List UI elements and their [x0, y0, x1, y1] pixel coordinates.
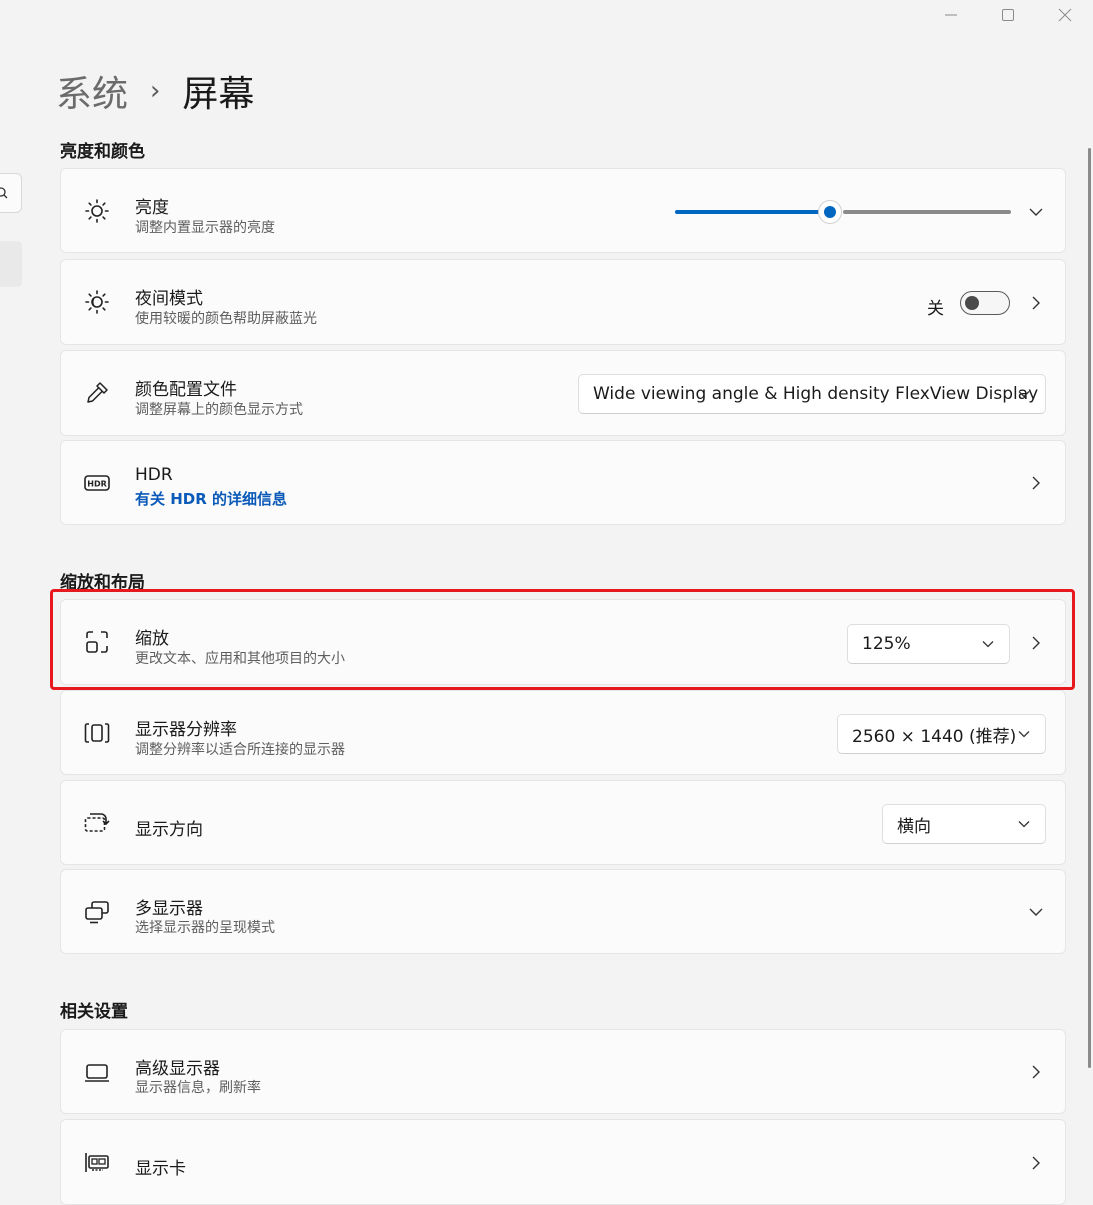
resolution-card: 显示器分辨率 调整分辨率以适合所连接的显示器 2560 × 1440 (推荐)	[60, 690, 1066, 775]
maximize-button[interactable]	[979, 0, 1036, 30]
color-profile-selected: Wide viewing angle & High density FlexVi…	[593, 384, 1039, 404]
section-title-scale-layout: 缩放和布局	[60, 573, 145, 593]
hdr-icon: HDR	[84, 474, 110, 491]
chevron-down-icon[interactable]	[1027, 203, 1045, 221]
color-profile-subtitle: 调整屏幕上的颜色显示方式	[135, 402, 303, 418]
graphics-title: 显示卡	[135, 1159, 186, 1179]
hdr-title: HDR	[135, 465, 173, 485]
orientation-selected: 横向	[897, 816, 931, 837]
brightness-slider-track[interactable]	[843, 210, 1011, 214]
chevron-right-icon[interactable]	[1027, 1063, 1045, 1081]
night-light-subtitle: 使用较暖的颜色帮助屏蔽蓝光	[135, 311, 317, 327]
resolution-subtitle: 调整分辨率以适合所连接的显示器	[135, 742, 345, 758]
night-light-state: 关	[927, 299, 944, 319]
minimize-button[interactable]	[922, 0, 979, 30]
breadcrumb-parent[interactable]: 系统	[56, 65, 128, 117]
nav-selected-item-edge[interactable]	[0, 241, 22, 287]
section-title-related: 相关设置	[60, 1002, 128, 1022]
graphics-card-icon	[85, 1153, 109, 1172]
orientation-icon	[84, 812, 110, 832]
brightness-title: 亮度	[135, 198, 169, 218]
multi-display-subtitle: 选择显示器的呈现模式	[135, 920, 275, 936]
close-button[interactable]	[1036, 0, 1093, 30]
night-light-icon	[85, 290, 109, 314]
scale-selected: 125%	[862, 634, 911, 654]
eyedropper-icon	[87, 382, 108, 403]
orientation-card: 显示方向 横向	[60, 780, 1066, 865]
scale-subtitle: 更改文本、应用和其他项目的大小	[135, 651, 345, 667]
multi-display-card[interactable]: 多显示器 选择显示器的呈现模式	[60, 869, 1066, 954]
monitor-icon	[85, 1063, 109, 1082]
search-icon	[0, 187, 8, 199]
resolution-icon	[84, 722, 110, 743]
scale-card[interactable]: 缩放 更改文本、应用和其他项目的大小 125%	[60, 599, 1066, 685]
color-profile-dropdown[interactable]: Wide viewing angle & High density FlexVi…	[578, 374, 1046, 414]
sun-icon	[85, 198, 109, 223]
chevron-right-icon[interactable]	[1027, 294, 1045, 312]
color-profile-card: 颜色配置文件 调整屏幕上的颜色显示方式 Wide viewing angle &…	[60, 350, 1066, 436]
brightness-slider-fill[interactable]	[675, 210, 821, 214]
scale-dropdown[interactable]: 125%	[847, 624, 1010, 664]
brightness-slider-thumb[interactable]	[818, 200, 842, 224]
page-title: 屏幕	[182, 74, 255, 115]
advanced-display-card[interactable]: 高级显示器 显示器信息，刷新率	[60, 1029, 1066, 1114]
advanced-display-subtitle: 显示器信息，刷新率	[135, 1080, 261, 1096]
multi-display-icon	[85, 900, 109, 923]
orientation-title: 显示方向	[135, 820, 203, 840]
scrollbar[interactable]	[1088, 148, 1091, 1068]
window-controls	[922, 0, 1093, 30]
scale-icon	[86, 631, 108, 653]
breadcrumb: 系统 › 屏幕	[56, 66, 254, 116]
resolution-selected: 2560 × 1440 (推荐)	[852, 726, 1017, 747]
breadcrumb-separator: ›	[150, 76, 161, 106]
minimize-icon	[944, 14, 957, 16]
advanced-display-title: 高级显示器	[135, 1059, 220, 1079]
close-icon	[1058, 8, 1071, 22]
chevron-right-icon[interactable]	[1027, 474, 1045, 492]
svg-text:HDR: HDR	[87, 479, 107, 488]
night-light-title: 夜间模式	[135, 289, 203, 309]
chevron-down-icon	[1018, 731, 1030, 738]
brightness-card[interactable]: 亮度 调整内置显示器的亮度	[60, 168, 1066, 253]
chevron-down-icon	[982, 641, 994, 648]
maximize-icon	[1001, 9, 1014, 21]
chevron-right-icon[interactable]	[1027, 1154, 1045, 1172]
chevron-down-icon[interactable]	[1027, 903, 1045, 921]
color-profile-title: 颜色配置文件	[135, 380, 237, 400]
orientation-dropdown[interactable]: 横向	[882, 804, 1046, 844]
chevron-down-icon	[1018, 391, 1030, 398]
section-title-brightness-color: 亮度和颜色	[60, 142, 145, 162]
resolution-dropdown[interactable]: 2560 × 1440 (推荐)	[837, 714, 1046, 754]
graphics-card[interactable]: 显示卡	[60, 1119, 1066, 1205]
chevron-right-icon[interactable]	[1027, 634, 1045, 652]
brightness-subtitle: 调整内置显示器的亮度	[135, 220, 275, 236]
hdr-card[interactable]: HDR HDR 有关 HDR 的详细信息	[60, 440, 1066, 525]
night-light-card[interactable]: 夜间模式 使用较暖的颜色帮助屏蔽蓝光 关	[60, 259, 1066, 345]
resolution-title: 显示器分辨率	[135, 720, 237, 740]
night-light-toggle[interactable]	[960, 291, 1010, 315]
chevron-down-icon	[1018, 821, 1030, 828]
multi-display-title: 多显示器	[135, 899, 203, 919]
search-box-edge[interactable]	[0, 173, 22, 213]
scale-title: 缩放	[135, 629, 169, 649]
hdr-details-link[interactable]: 有关 HDR 的详细信息	[135, 488, 287, 509]
